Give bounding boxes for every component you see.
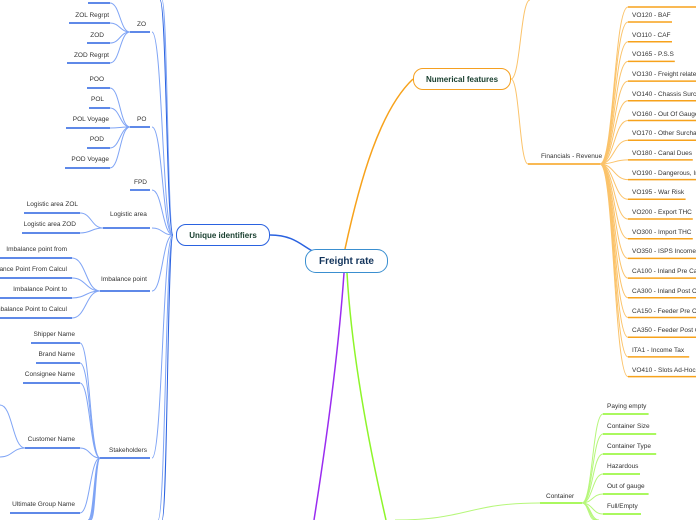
connector-group-bottom-2 bbox=[161, 234, 174, 520]
leaf-pod-voyage[interactable]: POD Voyage bbox=[71, 155, 109, 164]
connector-central-green-branch bbox=[346, 272, 387, 520]
revenue-leaf-connector bbox=[599, 6, 629, 165]
leaf-revenue-item[interactable]: CA100 - Inland Pre Car bbox=[632, 267, 696, 276]
imbalance-leaf-connector bbox=[71, 257, 101, 292]
revenue-leaf-connector bbox=[599, 163, 629, 378]
leaf-revenue-item[interactable]: ITA1 - Income Tax bbox=[632, 346, 684, 355]
topic-unique-identifiers[interactable]: Unique identifiers bbox=[176, 224, 270, 246]
branch-zo[interactable]: ZO bbox=[137, 20, 146, 29]
leaf-revenue-item[interactable]: VO300 - Import THC bbox=[632, 228, 691, 237]
imbalance-leaf-connector bbox=[71, 277, 101, 292]
leaf-imbalance-point-to[interactable]: Imbalance Point to bbox=[13, 285, 67, 294]
leaf-poo[interactable]: POO bbox=[90, 75, 104, 84]
leaf-consignee-name[interactable]: Consignee Name bbox=[25, 370, 75, 379]
connector-container bbox=[394, 502, 541, 520]
branch-fpd[interactable]: FPD bbox=[134, 178, 147, 187]
zo-leaf-connector bbox=[109, 31, 131, 64]
leaf-revenue-item[interactable]: VO130 - Freight related bbox=[632, 70, 696, 79]
revenue-leaf-connector bbox=[599, 163, 629, 318]
leaf-revenue-item[interactable]: VO110 - CAF bbox=[632, 31, 671, 40]
branch-stakeholders[interactable]: Stakeholders bbox=[109, 446, 147, 455]
leaf-revenue-item[interactable]: VO120 - BAF bbox=[632, 11, 671, 20]
stakeholder-leaf-connector bbox=[79, 342, 101, 459]
leaf-revenue-item[interactable]: CA300 - Inland Post Car bbox=[632, 287, 696, 296]
branch-container[interactable]: Container bbox=[546, 492, 574, 501]
logistic-leaf-connector bbox=[79, 227, 104, 234]
topic-unique-identifiers-label: Unique identifiers bbox=[189, 230, 257, 240]
leaf-container-item[interactable]: Paying empty bbox=[607, 402, 646, 411]
leaf-pol[interactable]: POL bbox=[91, 95, 104, 104]
po-leaf-connector bbox=[109, 126, 131, 149]
leaf-imbalance-point-from[interactable]: Imbalance point from bbox=[6, 245, 67, 254]
central-topic[interactable]: Freight rate bbox=[305, 249, 388, 273]
connector-central-purple-branch bbox=[313, 272, 345, 520]
leaf-revenue-item[interactable]: VO180 - Canal Dues bbox=[632, 149, 692, 158]
customer-sub-connector bbox=[0, 404, 26, 449]
leaf-revenue-item[interactable]: VO195 - War Risk bbox=[632, 188, 684, 197]
leaf-brand-name[interactable]: Brand Name bbox=[39, 350, 76, 359]
leaf-revenue-item[interactable]: VO140 - Chassis Surcharge bbox=[632, 90, 696, 99]
leaf-container-item[interactable]: Out of gauge bbox=[607, 482, 645, 491]
leaf-container-item[interactable]: Full/Empty bbox=[607, 502, 638, 511]
leaf-ultimate-group-name[interactable]: Ultimate Group Name bbox=[12, 500, 75, 509]
central-topic-label: Freight rate bbox=[318, 255, 374, 267]
topic-numerical-features[interactable]: Numerical features bbox=[413, 68, 511, 90]
leaf-revenue-item[interactable]: VO170 - Other Surcharge bbox=[632, 129, 696, 138]
connector-numerical-up bbox=[510, 0, 531, 80]
stakeholder-leaf-connector bbox=[79, 382, 101, 459]
leaf-imbalance-point-from-calcul[interactable]: Imbalance Point From Calcul bbox=[0, 265, 67, 274]
branch-imbalance-point[interactable]: Imbalance point bbox=[101, 275, 147, 284]
leaf-shipper-name[interactable]: Shipper Name bbox=[33, 330, 75, 339]
stakeholder-leaf-connector bbox=[79, 362, 101, 459]
connector-group-po bbox=[151, 126, 174, 236]
leaf-container-item[interactable]: Container Type bbox=[607, 442, 651, 451]
connector-central-numerical bbox=[344, 78, 414, 250]
leaf-revenue-item[interactable]: CA350 - Feeder Post Ca bbox=[632, 326, 696, 335]
leaf-logistic-area-zol[interactable]: Logistic area ZOL bbox=[27, 200, 78, 209]
topic-numerical-features-label: Numerical features bbox=[425, 74, 499, 84]
leaf-revenue-item[interactable]: VO190 - Dangerous, Im bbox=[632, 169, 696, 178]
leaf-zol-regrpt[interactable]: ZOL Regrpt bbox=[75, 11, 109, 20]
leaf-customer-name[interactable]: Customer Name bbox=[28, 435, 75, 444]
leaf-revenue-item[interactable]: CA150 - Feeder Pre Car bbox=[632, 307, 696, 316]
leaf-revenue-item[interactable]: VO165 - P.S.S bbox=[632, 50, 674, 59]
po-leaf-connector bbox=[109, 87, 131, 128]
leaf-container-item[interactable]: Container Size bbox=[607, 422, 650, 431]
revenue-leaf-connector bbox=[599, 60, 629, 165]
leaf-container-item[interactable]: Hazardous bbox=[607, 462, 638, 471]
connector-numerical-revenue bbox=[510, 78, 529, 165]
branch-logistic-area[interactable]: Logistic area bbox=[110, 210, 147, 219]
leaf-revenue-item[interactable]: VO410 - Slots Ad-Hoc - bbox=[632, 366, 696, 375]
po-leaf-connector bbox=[109, 107, 131, 128]
logistic-leaf-connector bbox=[79, 212, 104, 229]
branch-po[interactable]: PO bbox=[137, 115, 146, 124]
leaf-revenue-item[interactable]: VO200 - Export THC bbox=[632, 208, 692, 217]
leaf-pod[interactable]: POD bbox=[90, 135, 104, 144]
leaf-logistic-area-zod[interactable]: Logistic area ZOD bbox=[24, 220, 76, 229]
leaf-pol-voyage[interactable]: POL Voyage bbox=[73, 115, 109, 124]
branch-financials-revenue[interactable]: Financials - Revenue bbox=[541, 152, 602, 161]
container-leaf-connector bbox=[581, 433, 604, 504]
leaf-revenue-item[interactable]: VO160 - Out Of Gauge S bbox=[632, 110, 696, 119]
customer-sub-connector bbox=[0, 447, 26, 458]
leaf-imbalance-point-to-calcul[interactable]: Imbalance Point to Calcul bbox=[0, 305, 67, 314]
leaf-zod[interactable]: ZOD bbox=[90, 31, 104, 40]
leaf-revenue-item[interactable]: VO350 - ISPS Income bbox=[632, 247, 696, 256]
leaf-zod-regrpt[interactable]: ZOD Regrpt bbox=[74, 51, 109, 60]
